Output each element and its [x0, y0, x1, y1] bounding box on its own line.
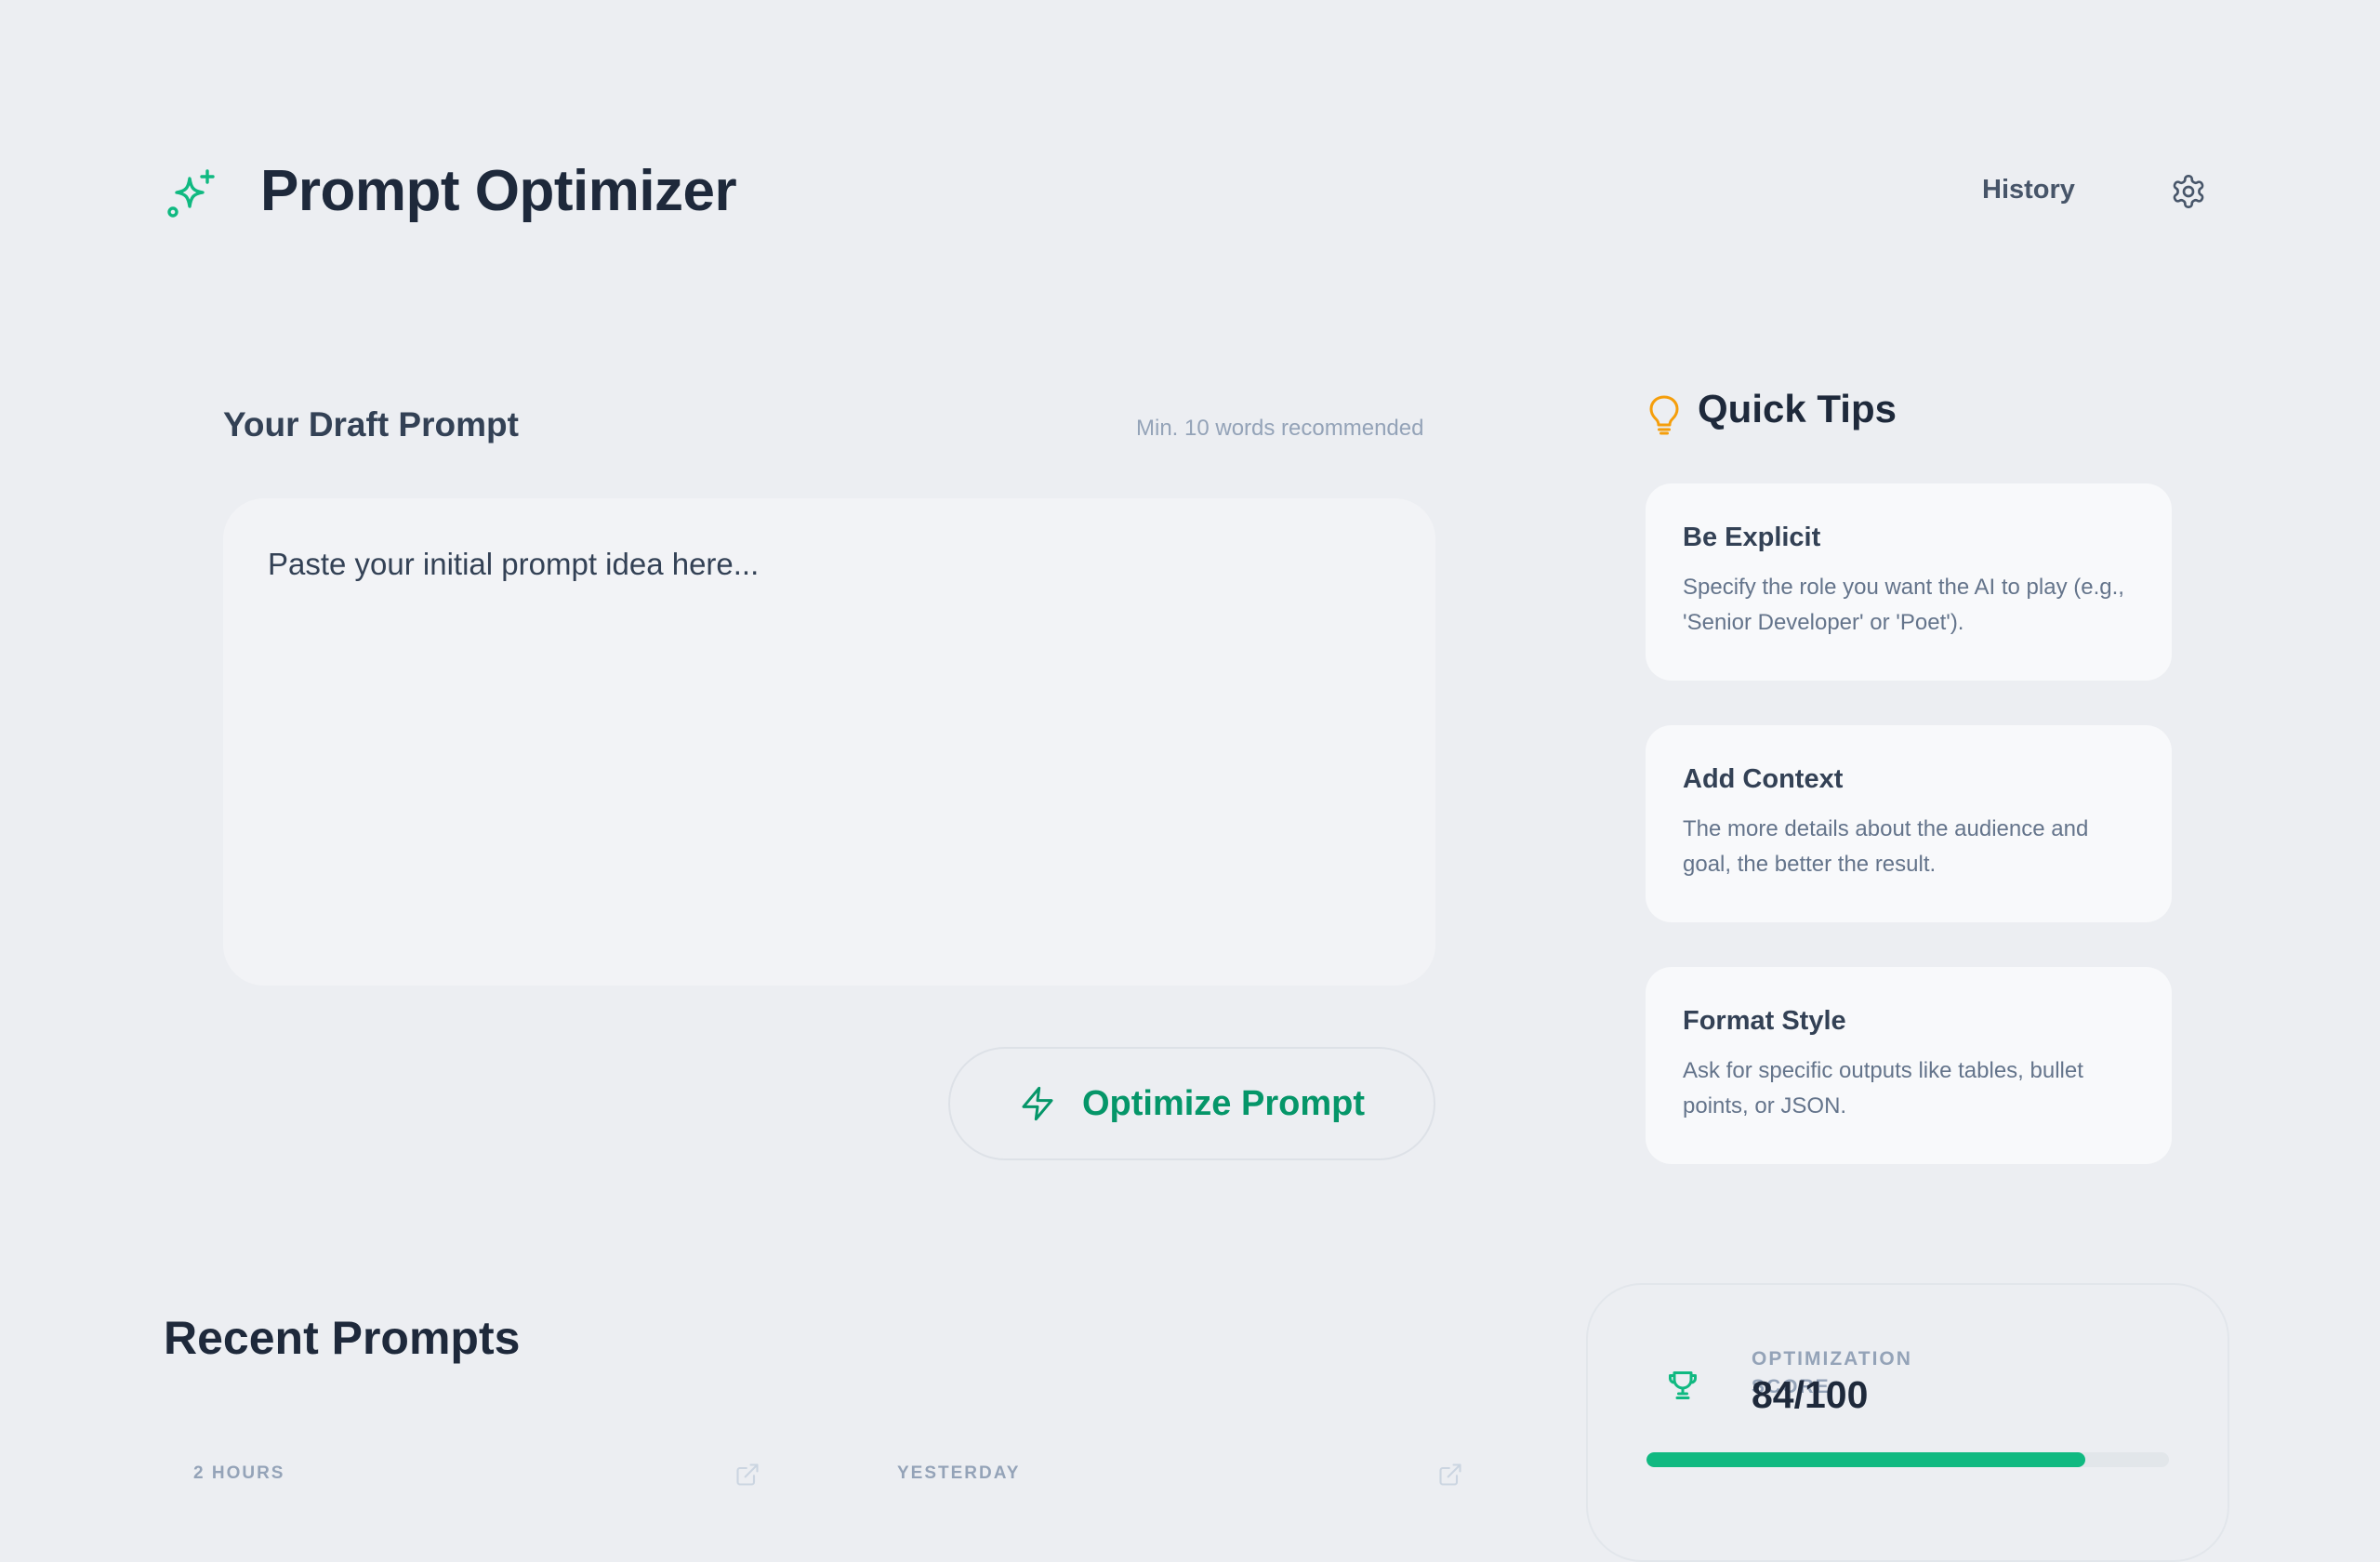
- gear-icon[interactable]: [2170, 173, 2207, 210]
- word-count-hint: Min. 10 words recommended: [1136, 416, 1424, 441]
- external-link-icon[interactable]: [1437, 1462, 1463, 1488]
- tip-title: Add Context: [1683, 764, 1844, 794]
- tip-description: Ask for specific outputs like tables, bu…: [1683, 1058, 2083, 1119]
- score-value: 84/100: [1752, 1373, 1869, 1416]
- quick-tips-heading: Quick Tips: [1698, 387, 1897, 430]
- score-progress-fill: [1646, 1452, 2086, 1467]
- tip-card: Format Style Ask for specific outputs li…: [1646, 967, 2172, 1164]
- optimize-prompt-label: Optimize Prompt: [1081, 1083, 1366, 1123]
- tip-card: Be Explicit Specify the role you want th…: [1646, 483, 2172, 681]
- trophy-icon: [1669, 1371, 1697, 1399]
- lightbulb-icon: [1649, 395, 1679, 435]
- tip-title: Be Explicit: [1683, 523, 1821, 552]
- lightning-bolt-icon: [1022, 1086, 1053, 1121]
- external-link-icon[interactable]: [734, 1462, 760, 1488]
- sparkles-icon: [167, 169, 215, 218]
- tip-description: The more details about the audience and …: [1683, 816, 2089, 877]
- history-link[interactable]: History: [1982, 175, 2075, 205]
- draft-prompt-input[interactable]: [223, 498, 1435, 986]
- tip-description: Specify the role you want the AI to play…: [1683, 575, 2124, 635]
- recent-item-time: 2 HOURS: [193, 1463, 285, 1483]
- recent-item-time: YESTERDAY: [897, 1463, 1021, 1483]
- optimize-prompt-button[interactable]: Optimize Prompt: [948, 1047, 1435, 1160]
- draft-prompt-heading: Your Draft Prompt: [223, 405, 519, 443]
- tip-card: Add Context The more details about the a…: [1646, 725, 2172, 922]
- app-title: Prompt Optimizer: [260, 159, 737, 223]
- tip-title: Format Style: [1683, 1006, 1846, 1036]
- recent-prompts-heading: Recent Prompts: [164, 1312, 521, 1364]
- score-progress-bar: [1646, 1452, 2169, 1467]
- optimization-score-card: [1586, 1283, 2229, 1562]
